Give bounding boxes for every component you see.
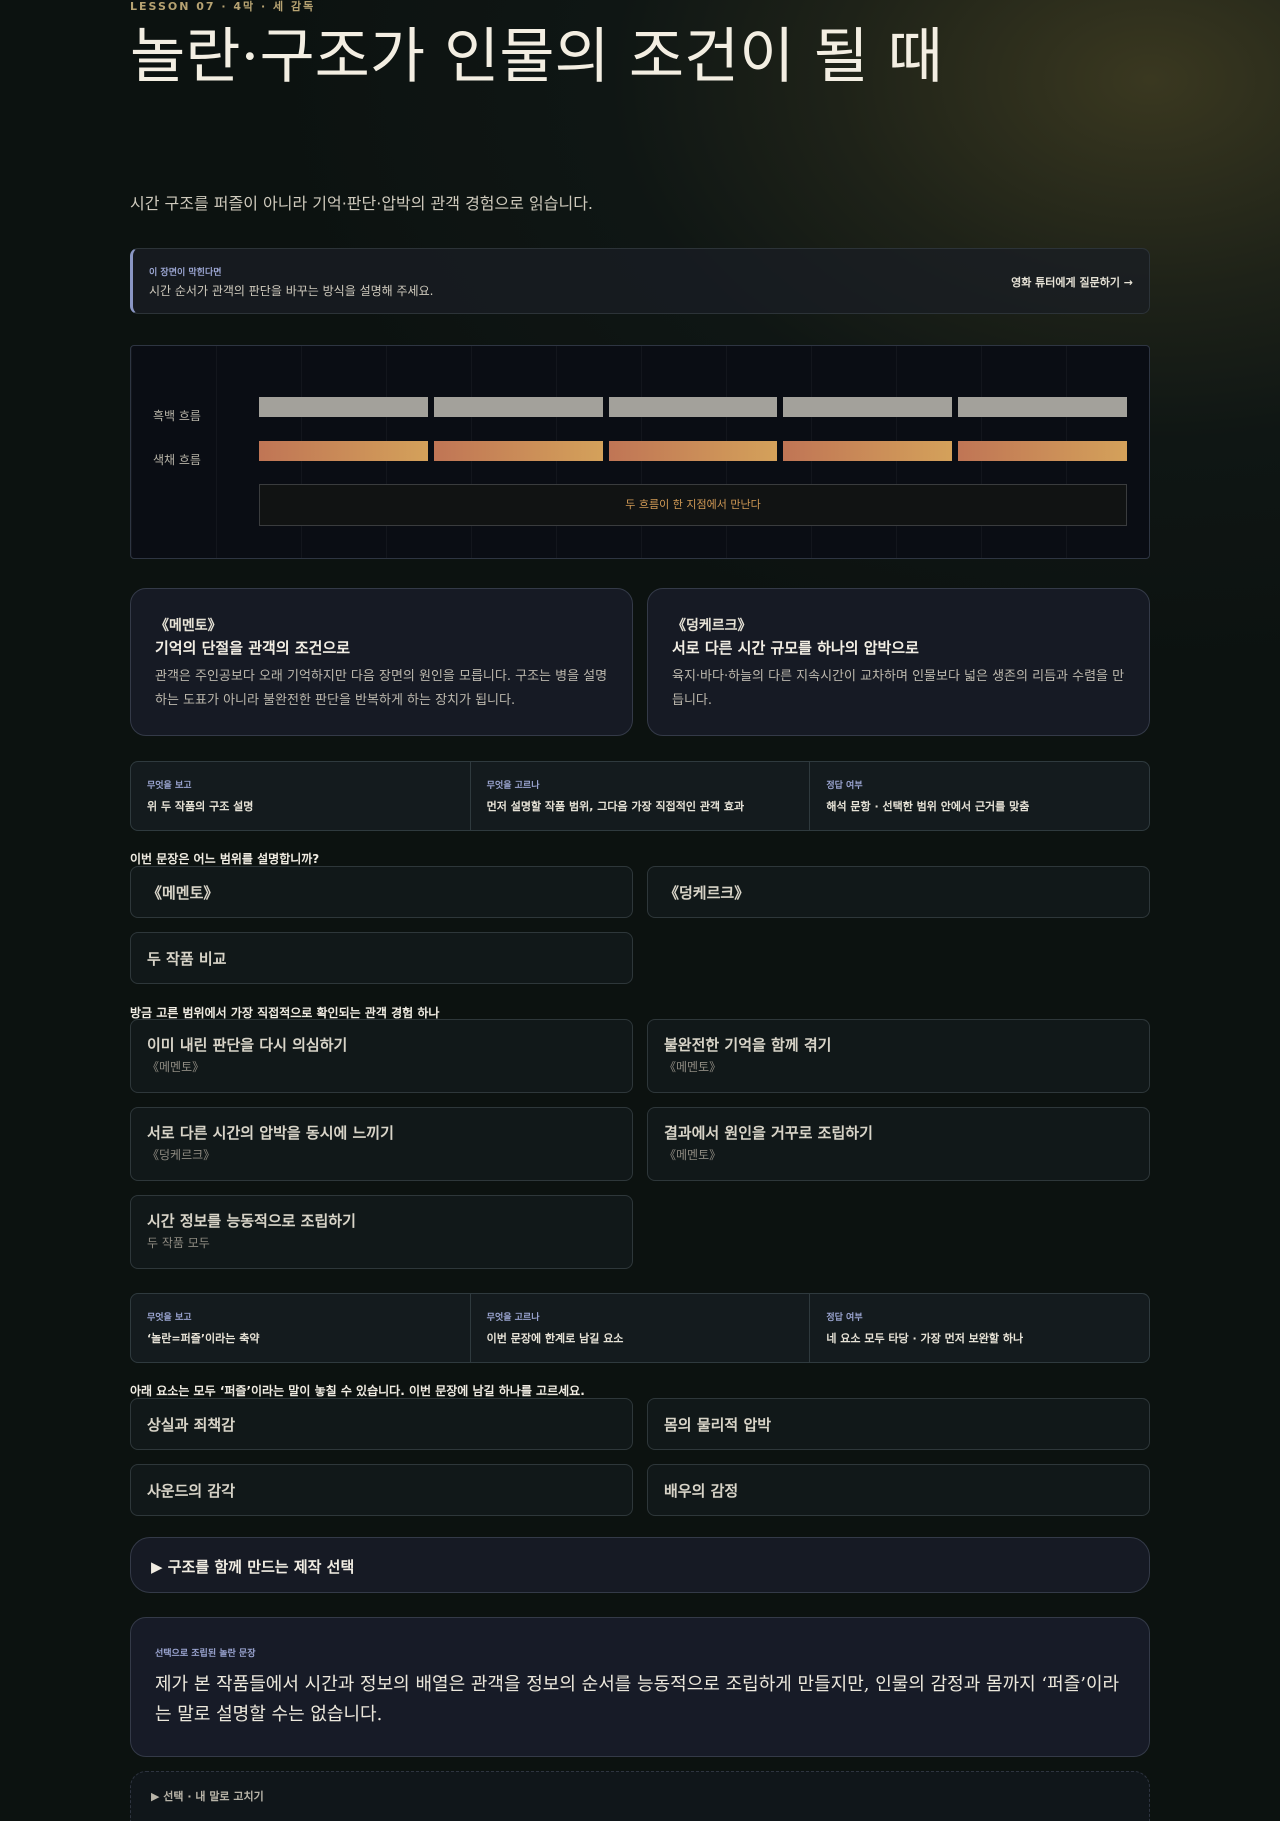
experience-option[interactable]: 불완전한 기억을 함께 겪기 《메멘토》 xyxy=(647,1019,1150,1093)
option-label: 이미 내린 판단을 다시 의심하기 xyxy=(147,1036,348,1054)
assembled-sentence-card: 선택으로 조립된 놀란 문장 제가 본 작품들에서 시간과 정보의 배열은 관객… xyxy=(130,1617,1150,1757)
task-info-correctness: 정답 여부 해석 문항 · 선택한 범위 안에서 근거를 맞춤 xyxy=(810,762,1149,830)
task-info-key: 정답 여부 xyxy=(826,1313,863,1323)
scope-option-compare[interactable]: 두 작품 비교 xyxy=(130,932,633,984)
experience-option[interactable]: 시간 정보를 능동적으로 조립하기 두 작품 모두 xyxy=(130,1195,633,1269)
option-label: 상실과 죄책감 xyxy=(147,1416,236,1434)
option-label: 몸의 물리적 압박 xyxy=(664,1416,772,1434)
limit-option[interactable]: 몸의 물리적 압박 xyxy=(647,1398,1150,1450)
task-info-1: 무엇을 보고 위 두 작품의 구조 설명 무엇을 고르나 먼저 설명할 작품 범… xyxy=(130,761,1150,831)
task-info-2: 무엇을 보고 ‘놀란=퍼즐’이라는 축약 무엇을 고르나 이번 문장에 한계로 … xyxy=(130,1293,1150,1363)
edit-in-own-words-toggle[interactable]: ▶ 선택 · 내 말로 고치기 xyxy=(130,1771,1150,1821)
film-card-body: 육지·바다·하늘의 다른 지속시간이 교차하며 인물보다 넓은 생존의 리듬과 … xyxy=(672,669,1125,708)
film-card-heading: 서로 다른 시간 규모를 하나의 압박으로 xyxy=(672,639,919,657)
option-label: 결과에서 원인을 거꾸로 조립하기 xyxy=(664,1124,873,1142)
option-sublabel: 두 작품 모두 xyxy=(147,1236,210,1250)
timeline-segment-bw xyxy=(259,397,428,417)
timeline-meet-box: 두 흐름이 한 지점에서 만난다 xyxy=(259,484,1127,526)
page-title: 놀란·구조가 인물의 조건이 될 때 xyxy=(130,22,943,92)
timeline-segment-bw xyxy=(608,397,778,417)
film-card-heading: 기억의 단절을 관객의 조건으로 xyxy=(155,639,351,657)
grid-line xyxy=(131,346,132,558)
option-sublabel: 《덩케르크》 xyxy=(147,1148,216,1162)
assembled-sentence-text: 제가 본 작품들에서 시간과 정보의 배열은 관객을 정보의 순서를 능동적으로… xyxy=(155,1674,1120,1725)
task-info-value: 네 요소 모두 타당 · 가장 먼저 보완할 하나 xyxy=(826,1332,1024,1345)
film-card-body: 관객은 주인공보다 오래 기억하지만 다음 장면의 원인을 모릅니다. 구조는 … xyxy=(155,669,608,708)
task-info-what-see: 무엇을 보고 ‘놀란=퍼즐’이라는 축약 xyxy=(131,1294,471,1362)
timeline-segment-bw xyxy=(958,397,1127,417)
help-kicker: 이 장면이 막힌다면 xyxy=(149,268,222,278)
option-sublabel: 《메멘토》 xyxy=(664,1060,722,1074)
ask-tutor-button[interactable]: 영화 튜터에게 질문하기 → xyxy=(1011,274,1133,290)
limit-option[interactable]: 배우의 감정 xyxy=(647,1464,1150,1516)
option-label: 배우의 감정 xyxy=(664,1482,739,1500)
timeline-segment-bw xyxy=(783,397,953,417)
task-info-what-see: 무엇을 보고 위 두 작품의 구조 설명 xyxy=(131,762,471,830)
task-info-key: 정답 여부 xyxy=(826,781,863,791)
option-sublabel: 《메멘토》 xyxy=(147,1060,205,1074)
option-label: 《메멘토》 xyxy=(147,884,219,902)
task-info-key: 무엇을 보고 xyxy=(147,1313,192,1323)
scope-option-dunkirk[interactable]: 《덩케르크》 xyxy=(647,866,1150,918)
experience-option[interactable]: 이미 내린 판단을 다시 의심하기 《메멘토》 xyxy=(130,1019,633,1093)
grid-line xyxy=(216,346,217,558)
option-sublabel: 《메멘토》 xyxy=(664,1148,722,1162)
option-label: 서로 다른 시간의 압박을 동시에 느끼기 xyxy=(147,1124,394,1142)
option-label: 시간 정보를 능동적으로 조립하기 xyxy=(147,1212,356,1230)
task-info-what-choose: 무엇을 고르나 먼저 설명할 작품 범위, 그다음 가장 직접적인 관객 효과 xyxy=(471,762,811,830)
option-label: 《덩케르크》 xyxy=(664,884,750,902)
assembled-sentence-kicker: 선택으로 조립된 놀란 문장 xyxy=(155,1649,256,1659)
task-info-value: 위 두 작품의 구조 설명 xyxy=(147,800,254,813)
timeline-segment-color xyxy=(433,441,603,461)
task-info-key: 무엇을 고르나 xyxy=(486,1313,540,1323)
timeline-segment-color xyxy=(259,441,428,461)
task-info-value: 이번 문장에 한계로 남길 요소 xyxy=(486,1332,624,1345)
timeline-segment-bw xyxy=(433,397,603,417)
film-card-memento: 《메멘토》 기억의 단절을 관객의 조건으로 관객은 주인공보다 오래 기억하지… xyxy=(130,588,633,736)
film-card-title: 《덩케르크》 xyxy=(672,618,752,634)
film-card-dunkirk: 《덩케르크》 서로 다른 시간 규모를 하나의 압박으로 육지·바다·하늘의 다… xyxy=(647,588,1150,736)
timeline-row-label-color: 색채 흐름 xyxy=(153,453,201,467)
timeline-segment-color xyxy=(958,441,1127,461)
task-info-what-choose: 무엇을 고르나 이번 문장에 한계로 남길 요소 xyxy=(471,1294,811,1362)
option-label: 사운드의 감각 xyxy=(147,1482,236,1500)
option-label: 불완전한 기억을 함께 겪기 xyxy=(664,1036,832,1054)
task-info-correctness: 정답 여부 네 요소 모두 타당 · 가장 먼저 보완할 하나 xyxy=(810,1294,1149,1362)
help-banner: 이 장면이 막힌다면 시간 순서가 관객의 판단을 바꾸는 방식을 설명해 주세… xyxy=(130,248,1150,314)
task-info-key: 무엇을 고르나 xyxy=(486,781,540,791)
scope-option-memento[interactable]: 《메멘토》 xyxy=(130,866,633,918)
task-info-key: 무엇을 보고 xyxy=(147,781,192,791)
page-subtitle: 시간 구조를 퍼즐이 아니라 기억·판단·압박의 관객 경험으로 읽습니다. xyxy=(130,194,594,213)
timeline-row-label-bw: 흑백 흐름 xyxy=(153,409,201,423)
timeline-segment-color xyxy=(608,441,778,461)
question-scope: 이번 문장은 어느 범위를 설명합니까? xyxy=(130,852,320,866)
limit-option[interactable]: 상실과 죄책감 xyxy=(130,1398,633,1450)
option-label: 두 작품 비교 xyxy=(147,950,227,968)
task-info-value: 먼저 설명할 작품 범위, 그다음 가장 직접적인 관객 효과 xyxy=(486,800,745,813)
experience-option[interactable]: 서로 다른 시간의 압박을 동시에 느끼기 《덩케르크》 xyxy=(130,1107,633,1181)
lesson-eyebrow: LESSON 07 · 4막 · 세 감독 xyxy=(130,0,316,13)
timeline-segment-color xyxy=(783,441,953,461)
question-limit: 아래 요소는 모두 ‘퍼즐’이라는 말이 놓칠 수 있습니다. 이번 문장에 남… xyxy=(130,1384,585,1398)
task-info-value: ‘놀란=퍼즐’이라는 축약 xyxy=(147,1332,260,1345)
experience-option[interactable]: 결과에서 원인을 거꾸로 조립하기 《메멘토》 xyxy=(647,1107,1150,1181)
timeline-diagram: 흑백 흐름 색채 흐름 두 흐름이 한 지점에서 만난다 xyxy=(130,345,1150,559)
production-choices-label: ▶ 구조를 함께 만드는 제작 선택 xyxy=(151,1558,355,1576)
production-choices-toggle[interactable]: ▶ 구조를 함께 만드는 제작 선택 xyxy=(130,1537,1150,1593)
edit-in-own-words-label: ▶ 선택 · 내 말로 고치기 xyxy=(151,1790,264,1803)
film-card-title: 《메멘토》 xyxy=(155,618,222,634)
help-text: 시간 순서가 관객의 판단을 바꾸는 방식을 설명해 주세요. xyxy=(149,284,434,298)
limit-option[interactable]: 사운드의 감각 xyxy=(130,1464,633,1516)
task-info-value: 해석 문항 · 선택한 범위 안에서 근거를 맞춤 xyxy=(826,800,1030,813)
